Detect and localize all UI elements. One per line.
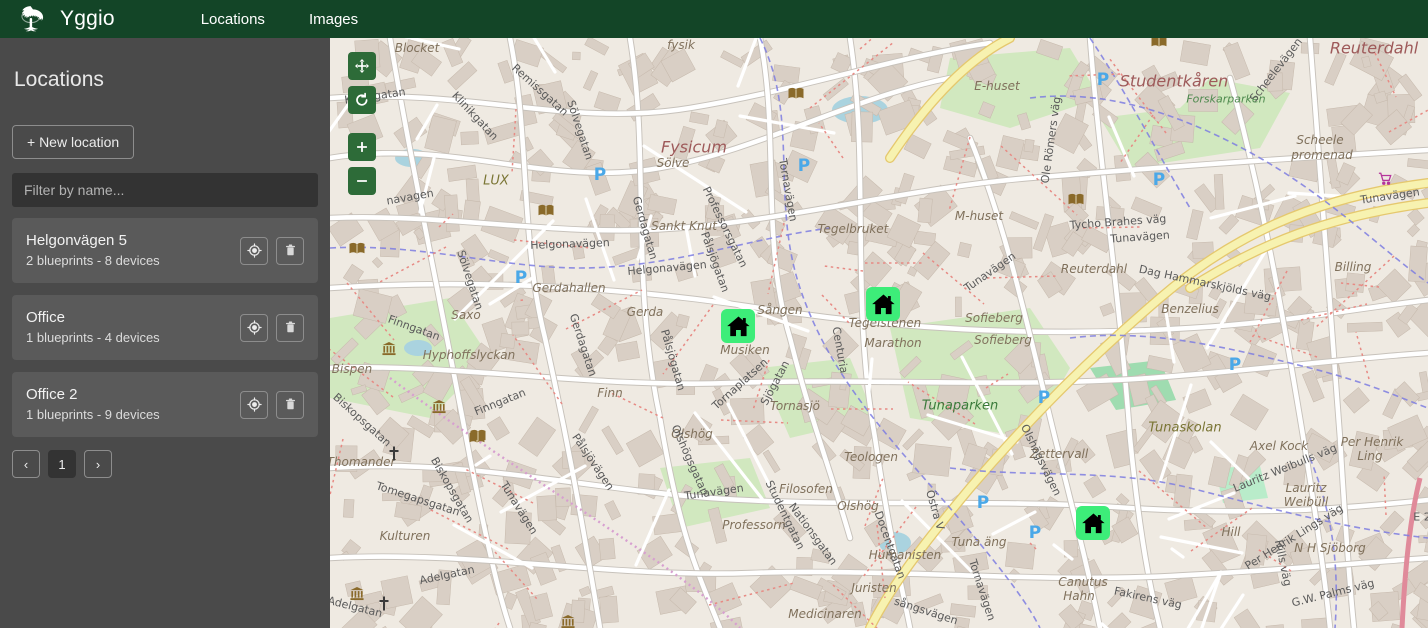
map-view[interactable]: Blocket fysik E-huset Studentkåren Forskarpa… <box>330 38 1428 628</box>
location-name: Helgonvägen 5 <box>26 232 127 249</box>
locations-list: Helgonvägen 5 2 blueprints - 8 devices O… <box>12 218 318 437</box>
plus-icon <box>354 139 370 155</box>
move-arrows-icon <box>354 58 370 74</box>
nav-item-images[interactable]: Images <box>287 0 380 38</box>
locate-button[interactable] <box>240 313 268 342</box>
yggio-locations-app: Yggio Locations Images Locations + New l… <box>0 0 1428 628</box>
trash-icon <box>283 397 298 412</box>
location-actions <box>240 313 304 342</box>
tree-logo-icon <box>12 2 50 36</box>
home-icon <box>726 315 751 338</box>
page-title: Locations <box>14 68 104 91</box>
pagination: ‹ 1 › <box>12 450 318 478</box>
crosshair-icon <box>246 243 262 258</box>
pagination-next[interactable]: › <box>84 450 112 478</box>
list-item[interactable]: Office 1 blueprints - 4 devices <box>12 295 318 360</box>
trash-icon <box>283 320 298 335</box>
minus-icon <box>354 173 370 189</box>
location-info: Helgonvägen 5 2 blueprints - 8 devices <box>26 232 160 269</box>
location-subtitle: 1 blueprints - 9 devices <box>26 407 160 422</box>
map-canvas <box>330 38 1428 628</box>
location-info: Office 1 blueprints - 4 devices <box>26 309 160 346</box>
location-subtitle: 1 blueprints - 4 devices <box>26 330 160 345</box>
delete-button[interactable] <box>276 236 304 265</box>
brand-name: Yggio <box>60 7 115 30</box>
locate-button[interactable] <box>240 236 268 265</box>
location-info: Office 2 1 blueprints - 9 devices <box>26 386 160 423</box>
locate-button[interactable] <box>240 390 268 419</box>
app-body: Locations + New location Helgonvägen 5 2… <box>0 38 1428 628</box>
list-item[interactable]: Helgonvägen 5 2 blueprints - 8 devices <box>12 218 318 283</box>
map-marker-location-1[interactable] <box>721 309 755 343</box>
location-actions <box>240 236 304 265</box>
location-actions <box>240 390 304 419</box>
location-name: Office <box>26 309 65 326</box>
pagination-prev[interactable]: ‹ <box>12 450 40 478</box>
nav-item-locations[interactable]: Locations <box>179 0 287 38</box>
map-reset-button[interactable] <box>348 86 376 114</box>
list-item[interactable]: Office 2 1 blueprints - 9 devices <box>12 372 318 437</box>
location-subtitle: 2 blueprints - 8 devices <box>26 253 160 268</box>
home-icon <box>1081 512 1106 535</box>
map-pan-button[interactable] <box>348 52 376 80</box>
filter-input[interactable] <box>12 173 318 207</box>
map-marker-location-3[interactable] <box>1076 506 1110 540</box>
delete-button[interactable] <box>276 390 304 419</box>
map-zoom-in-button[interactable] <box>348 133 376 161</box>
map-controls <box>348 52 376 195</box>
map-marker-location-2[interactable] <box>866 287 900 321</box>
delete-button[interactable] <box>276 313 304 342</box>
main-nav: Locations Images <box>179 0 380 38</box>
map-zoom-out-button[interactable] <box>348 167 376 195</box>
brand[interactable]: Yggio <box>12 2 115 36</box>
pagination-page-1[interactable]: 1 <box>48 450 76 478</box>
reset-rotate-icon <box>354 92 370 108</box>
app-header: Yggio Locations Images <box>0 0 1428 38</box>
crosshair-icon <box>246 320 262 335</box>
locations-sidebar: Locations + New location Helgonvägen 5 2… <box>0 38 330 628</box>
location-name: Office 2 <box>26 386 78 403</box>
crosshair-icon <box>246 397 262 412</box>
home-icon <box>871 293 896 316</box>
new-location-button[interactable]: + New location <box>12 125 135 159</box>
trash-icon <box>283 243 298 258</box>
